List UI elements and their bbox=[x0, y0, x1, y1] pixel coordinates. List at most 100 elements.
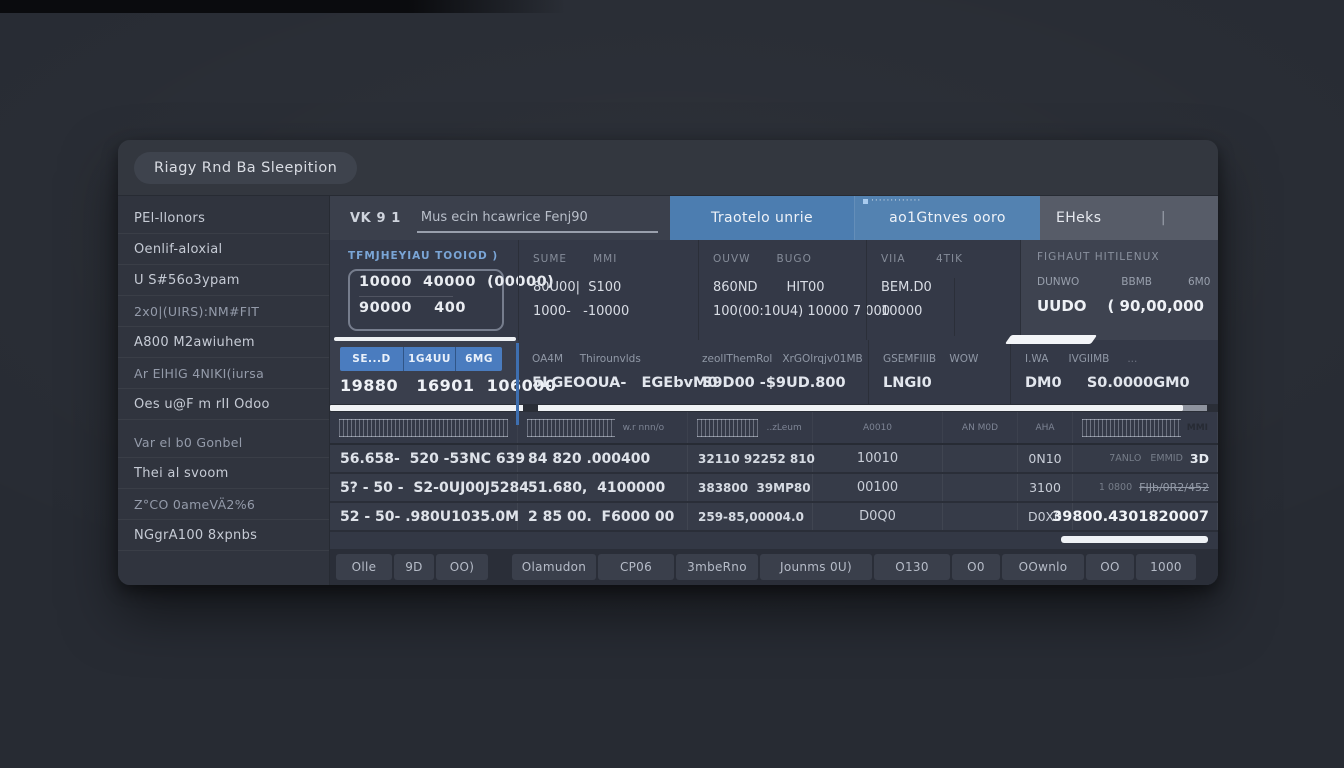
action-button[interactable]: 3mbeRno bbox=[676, 554, 758, 580]
mini-scrollbar[interactable] bbox=[1061, 536, 1208, 543]
detail-label: zeolIThemRol bbox=[702, 353, 772, 365]
table-cell: 32110 92252 810 bbox=[688, 445, 813, 472]
table-row[interactable]: 52 - 50- .980U1035.0M 2 85 00. F6000 00 … bbox=[330, 503, 1218, 532]
ruler-label: AN M0D bbox=[962, 423, 998, 433]
detail-label: IVGIIMB bbox=[1068, 353, 1109, 365]
cell-value: FIJb/0R2/452 bbox=[1139, 481, 1209, 494]
ruler-cell: MMI bbox=[1073, 412, 1218, 443]
scrollbar-notch bbox=[523, 404, 538, 412]
sidebar-item[interactable]: Var el b0 Gonbel bbox=[118, 427, 329, 458]
stat-value: 80U00| S100 bbox=[533, 280, 698, 295]
action-button[interactable]: Olle bbox=[336, 554, 392, 580]
tab-tertiary-label: EHeks bbox=[1056, 210, 1101, 226]
detail-value: 5LGEOOUA- EGEbvM0 bbox=[532, 375, 688, 391]
table-cell: 10010 bbox=[813, 445, 943, 472]
table-cell: 52 - 50- .980U1035.0M bbox=[330, 503, 518, 530]
detail-label: XrGOlrqjv01MB bbox=[782, 353, 862, 365]
detail-label: WOW bbox=[949, 353, 978, 365]
tick-marks bbox=[697, 419, 758, 437]
ruler-cell: w.r nnn/o bbox=[518, 412, 688, 443]
ruler-cell: AHA bbox=[1018, 412, 1073, 443]
action-button[interactable]: O130 bbox=[874, 554, 950, 580]
selected-cell[interactable]: 1G4UU bbox=[404, 347, 456, 371]
ruler-cell bbox=[330, 412, 518, 443]
table-row[interactable]: 56.658- 520 -53NC 639 84 820 .000400 321… bbox=[330, 445, 1218, 474]
sidebar-item[interactable]: A800 M2awiuhem bbox=[118, 327, 329, 358]
stat-header: OUVW bbox=[713, 253, 751, 265]
stat-header: SUME bbox=[533, 253, 567, 265]
sidebar-item[interactable]: Oenlif-aloxial bbox=[118, 234, 329, 265]
tab-tertiary[interactable]: EHeks | bbox=[1040, 196, 1218, 240]
ruler-label: MMI bbox=[1187, 423, 1208, 433]
table-cell: 383800 39MP80 bbox=[688, 474, 813, 501]
ruler-cell: AN M0D bbox=[943, 412, 1018, 443]
table-cell: 7ANLO EMMID 3D bbox=[1073, 445, 1218, 472]
action-button[interactable]: CP06 bbox=[598, 554, 674, 580]
detail-group: I.WA IVGIIMB... DM0 S0.0000GM0 bbox=[1010, 340, 1218, 404]
sidebar-item[interactable]: U S#56o3ypam bbox=[118, 265, 329, 296]
action-button[interactable]: 9D bbox=[394, 554, 434, 580]
result-label: BBMB bbox=[1121, 276, 1152, 288]
tick-marks bbox=[339, 419, 508, 437]
search-input[interactable]: Mus ecin hcawrice Fenj90 bbox=[417, 203, 658, 233]
ruler-label: w.r nnn/o bbox=[623, 423, 665, 433]
table-cell: 56.658- 520 -53NC 639 bbox=[330, 445, 518, 472]
sidebar-item[interactable]: Thei al svoom bbox=[118, 458, 329, 489]
action-button[interactable]: OOwnlo bbox=[1002, 554, 1084, 580]
action-button[interactable]: OO) bbox=[436, 554, 488, 580]
table-cell bbox=[943, 503, 1018, 530]
scrollbar-thumb[interactable] bbox=[330, 405, 1183, 411]
action-button[interactable]: Olamudon bbox=[512, 554, 596, 580]
summary-panel: TFMJHEYIAU TOOIOD ) 10000 40000 (00000) … bbox=[330, 240, 518, 340]
sidebar-item[interactable]: PEl-llonors bbox=[118, 203, 329, 234]
table-cell: 84 820 .000400 bbox=[518, 445, 688, 472]
detail-value: S0.0000GM0 bbox=[1087, 375, 1190, 391]
tick-marks bbox=[527, 419, 615, 437]
table-cell: 00100 bbox=[813, 474, 943, 501]
tab-secondary[interactable]: ············· ao1Gtnves ooro bbox=[854, 196, 1040, 240]
detail-group: GSEMFIIIB WOW LNGI0 bbox=[868, 340, 1010, 404]
ruler-label: AHA bbox=[1035, 423, 1054, 433]
action-button[interactable]: Jounms 0U) bbox=[760, 554, 872, 580]
stat-value: 100(00:10U4) 10000 7 000 bbox=[713, 304, 866, 319]
horizontal-scrollbar[interactable] bbox=[330, 404, 1218, 412]
selected-header-strip: SE...D 1G4UU 6MG bbox=[340, 347, 502, 371]
bottom-action-bar: Olle 9D OO) Olamudon CP06 3mbeRno Jounms… bbox=[330, 549, 1218, 585]
sidebar-item[interactable]: Z°CO 0ameVÄ2%6 bbox=[118, 489, 329, 520]
tab-primary[interactable]: Traotelo unrie bbox=[670, 196, 854, 240]
sidebar-item[interactable]: NGgrA100 8xpnbs bbox=[118, 520, 329, 551]
ruler-label: ..zLeum bbox=[766, 423, 801, 433]
detail-dots: ... bbox=[1127, 353, 1137, 365]
selected-cells-panel: SE...D 1G4UU 6MG 19880 16901 106000 bbox=[330, 340, 518, 404]
ruler-cell: A0010 bbox=[813, 412, 943, 443]
stat-header: BUGO bbox=[777, 253, 812, 265]
stats-column: SUME MMI 80U00| S100 1000- -10000 bbox=[518, 240, 698, 340]
stats-column: VIIA 4TIK BEM.D0 10000 bbox=[866, 240, 1020, 340]
tab-primary-label: Traotelo unrie bbox=[711, 210, 813, 226]
action-button[interactable]: O0 bbox=[952, 554, 1000, 580]
selected-cell[interactable]: SE...D bbox=[340, 347, 404, 371]
action-button[interactable]: 1000 bbox=[1136, 554, 1196, 580]
table-cell: 1 0800 FIJb/0R2/452 bbox=[1073, 474, 1218, 501]
action-button[interactable]: OO bbox=[1086, 554, 1134, 580]
selected-cell[interactable]: 6MG bbox=[456, 347, 502, 371]
summary-values-row2: 90000 400 bbox=[359, 296, 453, 316]
result-value: UUDO ( 90,00,000 bbox=[1037, 297, 1210, 315]
sidebar-item[interactable]: Ar ElHlG 4NIKI(iursa bbox=[118, 358, 329, 389]
selected-values: 19880 16901 106000 bbox=[340, 376, 510, 395]
sidebar-item[interactable]: 2x0|(UIRS):NM#FIT bbox=[118, 296, 329, 327]
page-title: Riagy Rnd Ba Sleepition bbox=[134, 152, 357, 184]
detail-band: SE...D 1G4UU 6MG 19880 16901 106000 OA4M… bbox=[330, 340, 1218, 404]
result-panel: FIGHAUT HITILENUX DUNWO BBMB 6M0 UUDO ( … bbox=[1020, 240, 1218, 340]
summary-values-row1: 10000 40000 (00000) bbox=[359, 274, 493, 290]
table-cell: 39800.4301820007 bbox=[1073, 503, 1218, 530]
tab-dots-indicator: ············· bbox=[863, 198, 921, 204]
main-panel: VK 9 1 Mus ecin hcawrice Fenj90 Traotelo… bbox=[330, 196, 1218, 585]
sidebar: PEl-llonors Oenlif-aloxial U S#56o3ypam … bbox=[118, 196, 330, 585]
title-bar: Riagy Rnd Ba Sleepition bbox=[118, 140, 1218, 196]
table-row[interactable]: 5? - 50 - S2-0UJ00J5284 51.680, 4100000 … bbox=[330, 474, 1218, 503]
table-cell bbox=[943, 474, 1018, 501]
detail-value: S9D00 -$9UD.800 bbox=[702, 375, 868, 391]
sidebar-item[interactable]: Oes u@F m rII Odoo bbox=[118, 389, 329, 420]
ruler-row: w.r nnn/o ..zLeum A0010 AN M0D AHA MMI bbox=[330, 412, 1218, 445]
